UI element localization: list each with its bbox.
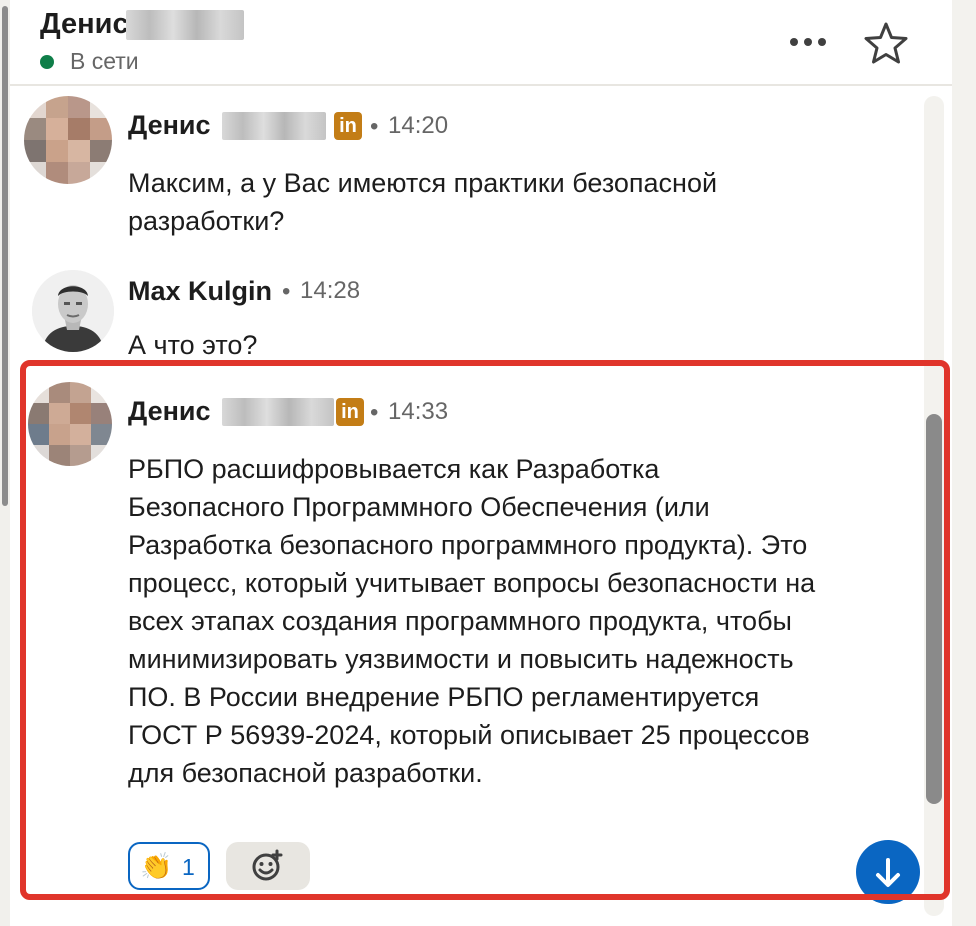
message-text: А что это?: [128, 330, 258, 360]
sender-name[interactable]: Max Kulgin: [128, 276, 272, 307]
redacted-surname: [222, 112, 326, 140]
message-time: 14:20: [388, 112, 449, 139]
online-status-dot: [40, 55, 54, 69]
message-item: Денис in • 14:20 Максим, а у Вас имеются…: [10, 96, 910, 246]
linkedin-badge-icon: in: [334, 112, 362, 140]
message-separator: •: [282, 278, 291, 305]
right-edge: [952, 0, 976, 926]
more-options-icon[interactable]: [784, 22, 832, 62]
sender-name[interactable]: Денис: [128, 110, 211, 141]
highlight-annotation: [20, 360, 950, 900]
message-text: Максим, а у Вас имеются практики безопас…: [128, 168, 718, 236]
message-separator: •: [370, 113, 379, 140]
star-icon[interactable]: [862, 20, 910, 66]
online-status-text: В сети: [70, 48, 139, 74]
conversation-panel: Денис В сети Денис in • 14:20 Максим, а …: [10, 0, 952, 926]
avatar[interactable]: [32, 270, 114, 352]
redacted-surname: [126, 10, 244, 40]
left-scrollbar[interactable]: [0, 0, 10, 926]
message-item: Max Kulgin • 14:28 А что это?: [10, 262, 910, 362]
contact-name[interactable]: Денис: [40, 8, 129, 41]
message-time: 14:28: [300, 277, 361, 304]
person-photo-icon: [32, 270, 114, 352]
conversation-header: Денис В сети: [10, 0, 952, 86]
pixelated-avatar-icon: [24, 96, 112, 184]
avatar[interactable]: [24, 96, 112, 184]
left-scrollbar-thumb[interactable]: [2, 6, 8, 506]
